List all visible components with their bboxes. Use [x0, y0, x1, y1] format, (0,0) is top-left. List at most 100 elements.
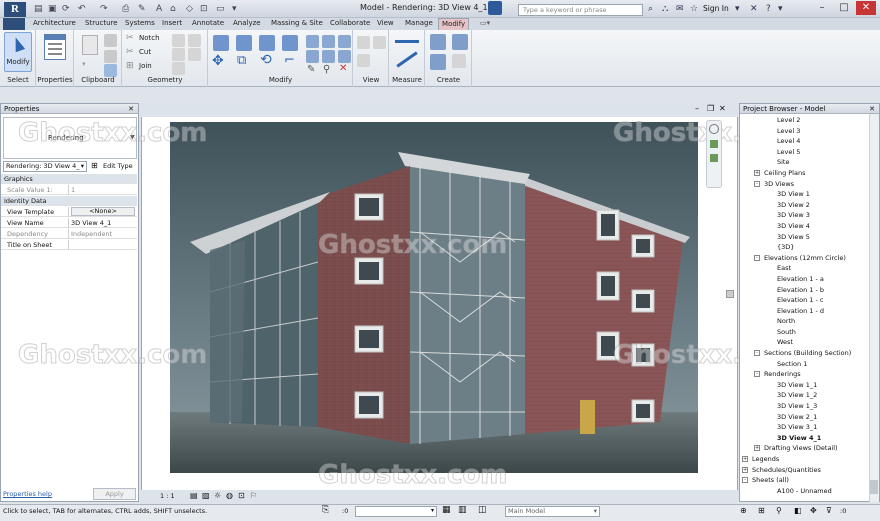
- browser-item[interactable]: {3D}: [742, 242, 868, 253]
- tab-massing-site[interactable]: Massing & Site: [268, 18, 326, 30]
- browser-node[interactable]: + Drafting Views (Detail): [742, 443, 868, 454]
- split-element-icon[interactable]: [306, 35, 319, 48]
- close-button[interactable]: ✕: [856, 1, 876, 15]
- browser-item[interactable]: 3D View 3: [742, 210, 868, 221]
- browser-item[interactable]: 3D View 3_1: [742, 422, 868, 433]
- browser-node[interactable]: - Sections (Building Section): [742, 348, 868, 359]
- ribbon-minimize-icon[interactable]: ▭▾: [480, 19, 490, 27]
- section-icon[interactable]: ◇: [186, 4, 193, 14]
- expand-icon[interactable]: +: [742, 466, 748, 473]
- delete-icon[interactable]: ✕: [339, 63, 347, 74]
- expand-icon[interactable]: +: [754, 445, 760, 452]
- browser-node[interactable]: + Legends: [742, 454, 868, 465]
- browser-item[interactable]: Site: [742, 157, 868, 168]
- browser-node[interactable]: -3D Views: [742, 179, 868, 190]
- browser-item[interactable]: Level 4: [742, 136, 868, 147]
- browser-node[interactable]: - Renderings: [742, 369, 868, 380]
- move-icon[interactable]: ✥: [212, 53, 224, 69]
- cope-icon[interactable]: ✂: [126, 33, 134, 43]
- tab-insert[interactable]: Insert: [159, 18, 185, 30]
- copy-icon[interactable]: [104, 50, 117, 63]
- override-graphics-icon[interactable]: [357, 36, 370, 49]
- project-browser-close-icon[interactable]: ✕: [869, 104, 879, 114]
- view-close-icon[interactable]: ✕: [719, 104, 726, 113]
- tab-analyze[interactable]: Analyze: [230, 18, 264, 30]
- create-assembly-icon[interactable]: [430, 34, 446, 50]
- mirror-draw-icon[interactable]: [282, 35, 298, 51]
- design-options-icon[interactable]: ▥: [458, 505, 467, 515]
- unpin-icon[interactable]: ⚲: [323, 64, 330, 75]
- browser-node[interactable]: - Sheets (all): [742, 475, 868, 486]
- split-face-icon[interactable]: [172, 34, 185, 47]
- reveal-hidden-icon[interactable]: ⚐: [250, 491, 257, 500]
- sun-path-icon[interactable]: ☼: [214, 491, 221, 500]
- crop-view-icon[interactable]: ⊡: [238, 491, 245, 500]
- cut-button[interactable]: Cut: [139, 48, 151, 56]
- create-group-icon[interactable]: [430, 54, 446, 70]
- paste-icon[interactable]: [82, 35, 98, 55]
- hide-element-icon[interactable]: [373, 36, 386, 49]
- wall-joins-icon[interactable]: [188, 34, 201, 47]
- steering-wheel-icon[interactable]: [709, 124, 719, 134]
- property-value[interactable]: 3D View 4_1: [71, 218, 111, 228]
- rotate-icon[interactable]: ⟲: [260, 52, 272, 68]
- select-underlay-icon[interactable]: ⊞: [758, 506, 765, 515]
- edit-type-icon[interactable]: ⊞: [91, 161, 98, 170]
- favorites-icon[interactable]: ☆: [690, 4, 698, 14]
- scale-icon[interactable]: [322, 50, 335, 63]
- mirror-axis-icon[interactable]: [259, 35, 275, 51]
- trim-corner-icon[interactable]: ⌐: [284, 53, 295, 68]
- select-pinned-icon[interactable]: ⚲: [776, 506, 782, 515]
- demolish-icon[interactable]: [188, 48, 201, 61]
- unjoin-icon[interactable]: [172, 62, 185, 75]
- join-icon[interactable]: ⊞: [126, 61, 134, 71]
- print-icon[interactable]: ⎙: [122, 4, 129, 14]
- collapse-icon[interactable]: -: [754, 254, 760, 261]
- select-by-face-icon[interactable]: ◧: [794, 506, 802, 515]
- maximize-button[interactable]: □: [834, 1, 854, 15]
- render-icon[interactable]: ◍: [226, 491, 233, 500]
- sync-icon[interactable]: ⟳: [62, 4, 70, 14]
- minimize-button[interactable]: –: [812, 1, 832, 15]
- select-links-icon[interactable]: ⊕: [740, 506, 747, 515]
- copy-element-icon[interactable]: ⧉: [237, 53, 246, 68]
- collapse-icon[interactable]: -: [754, 180, 760, 187]
- editable-only-icon[interactable]: ▦: [442, 505, 451, 515]
- create-parts-icon[interactable]: [452, 34, 468, 50]
- detail-level-icon[interactable]: ▤: [190, 491, 198, 500]
- view-instance-selector[interactable]: Rendering: 3D View 4_ ▾: [3, 161, 87, 172]
- browser-node[interactable]: - Elevations (12mm Circle): [742, 253, 868, 264]
- drag-elements-icon[interactable]: ✥: [810, 506, 817, 515]
- browser-item[interactable]: 3D View 1_1: [742, 380, 868, 391]
- tab-architecture[interactable]: Architecture: [30, 18, 79, 30]
- browser-scrollbar[interactable]: [869, 114, 879, 502]
- text-icon[interactable]: A: [156, 4, 162, 14]
- browser-item[interactable]: Elevation 1 - c: [742, 295, 868, 306]
- view-restore-icon[interactable]: ❐: [707, 104, 714, 113]
- browser-item[interactable]: 3D View 1_2: [742, 390, 868, 401]
- align-icon[interactable]: [213, 35, 229, 51]
- cut-geometry-icon[interactable]: ✂: [126, 47, 134, 57]
- browser-item[interactable]: Elevation 1 - a: [742, 274, 868, 285]
- browser-item[interactable]: Level 2: [742, 115, 868, 126]
- tab-view[interactable]: View: [374, 18, 397, 30]
- trim-extend-icon[interactable]: [322, 35, 335, 48]
- application-menu-button[interactable]: [3, 18, 25, 30]
- tab-modify[interactable]: Modify: [438, 18, 470, 30]
- measure-icon[interactable]: ✎: [138, 4, 146, 14]
- switch-windows-icon[interactable]: ▭: [216, 4, 225, 14]
- browser-item[interactable]: Level 5: [742, 147, 868, 158]
- view-vertical-scroll-thumb[interactable]: [726, 290, 734, 298]
- tab-structure[interactable]: Structure: [82, 18, 121, 30]
- browser-item[interactable]: 3D View 1_3: [742, 401, 868, 412]
- property-category[interactable]: Identity Data: [1, 196, 137, 206]
- 3d-view-icon[interactable]: ⌂: [170, 4, 176, 14]
- modify-tool-button[interactable]: Modify: [4, 32, 32, 72]
- browser-item[interactable]: Section 1: [742, 359, 868, 370]
- browser-item[interactable]: A100 - Unnamed: [742, 486, 868, 497]
- search-input[interactable]: Type a keyword or phrase: [518, 4, 643, 16]
- type-selector[interactable]: Rendering ▼: [3, 117, 137, 159]
- browser-item[interactable]: East: [742, 263, 868, 274]
- browser-item[interactable]: 3D View 1: [742, 189, 868, 200]
- edit-type-button[interactable]: Edit Type: [103, 162, 133, 170]
